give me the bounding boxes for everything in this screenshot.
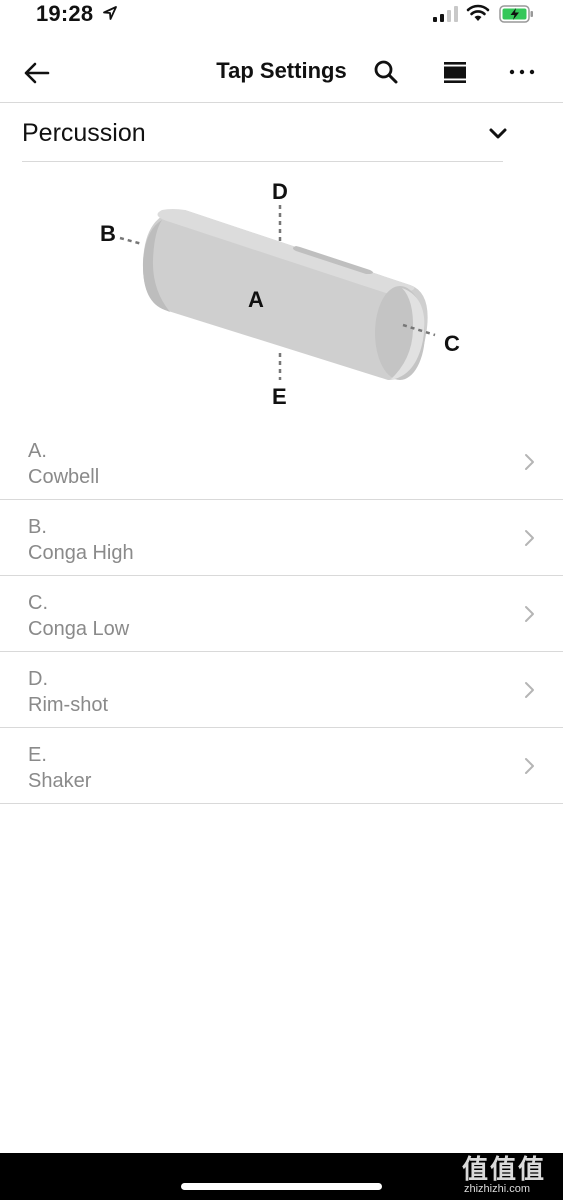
tap-zone-item-e[interactable]: E. Shaker (0, 728, 563, 804)
dropdown-label: Percussion (22, 119, 146, 147)
back-arrow-icon[interactable] (22, 60, 52, 86)
chevron-down-icon[interactable] (488, 126, 508, 140)
tap-zone-item-c[interactable]: C. Conga Low (0, 576, 563, 652)
watermark-url: zhizhizhi.com (464, 1183, 531, 1195)
chevron-right-icon (525, 682, 534, 698)
watermark-logo: 值值值 (462, 1154, 547, 1184)
tap-zone-list: A. Cowbell B. Conga High C. Conga Low D.… (0, 424, 563, 804)
percussion-dropdown[interactable]: Percussion (22, 103, 503, 162)
chevron-right-icon (525, 606, 534, 622)
diagram-label-d: D (272, 179, 288, 204)
tap-zone-item-b[interactable]: B. Conga High (0, 500, 563, 576)
tap-zone-item-a[interactable]: A. Cowbell (0, 424, 563, 500)
diagram-label-a: A (248, 287, 264, 312)
diagram-label-c: C (444, 331, 460, 356)
speaker-diagram: A B C D E (100, 179, 460, 409)
tap-zone-b-line (119, 236, 143, 246)
location-arrow-icon (103, 6, 117, 20)
wifi-icon (466, 4, 490, 21)
tap-zone-letter: A. (28, 440, 47, 462)
navigation-bar: Tap Settings (0, 40, 563, 103)
home-indicator[interactable] (181, 1183, 382, 1190)
queue-icon[interactable] (443, 61, 467, 83)
tap-zone-item-d[interactable]: D. Rim-shot (0, 652, 563, 728)
page-title: Tap Settings (216, 58, 347, 83)
tap-zone-sound: Conga High (28, 542, 134, 564)
chevron-right-icon (525, 454, 534, 470)
search-icon[interactable] (373, 59, 399, 85)
chevron-right-icon (525, 758, 534, 774)
status-time: 19:28 (36, 1, 94, 26)
chevron-right-icon (525, 530, 534, 546)
tap-zone-sound: Shaker (28, 770, 92, 792)
tap-zone-sound: Rim-shot (28, 694, 109, 716)
cellular-signal-icon (433, 6, 458, 22)
diagram-label-b: B (100, 221, 116, 246)
watermark: 值值值 zhizhizhi.com (462, 1149, 560, 1199)
tap-zone-letter: E. (28, 744, 47, 766)
tap-zone-sound: Conga Low (28, 618, 130, 640)
tap-zone-letter: B. (28, 516, 47, 538)
tap-zone-letter: D. (28, 668, 48, 690)
battery-charging-icon (499, 5, 533, 23)
status-bar: 19:28 (0, 0, 563, 40)
tap-zone-letter: C. (28, 592, 48, 614)
diagram-label-e: E (272, 384, 287, 409)
tap-zone-sound: Cowbell (28, 466, 100, 488)
more-options-icon[interactable] (508, 62, 536, 82)
